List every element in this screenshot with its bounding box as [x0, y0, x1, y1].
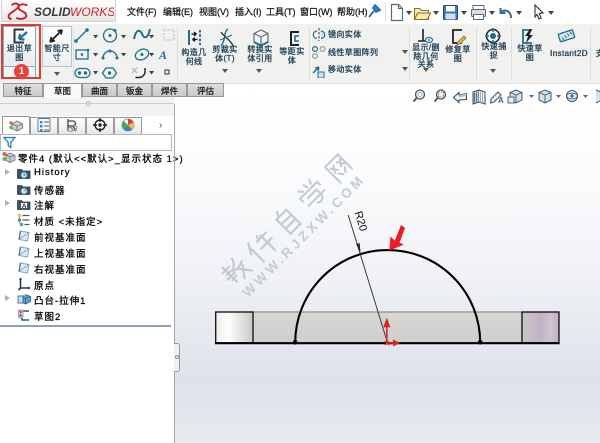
svg-text:R20: R20 [352, 210, 369, 233]
svg-text:A: A [498, 96, 504, 105]
svg-text:WWW.RJZXW.COM: WWW.RJZXW.COM [240, 171, 369, 300]
